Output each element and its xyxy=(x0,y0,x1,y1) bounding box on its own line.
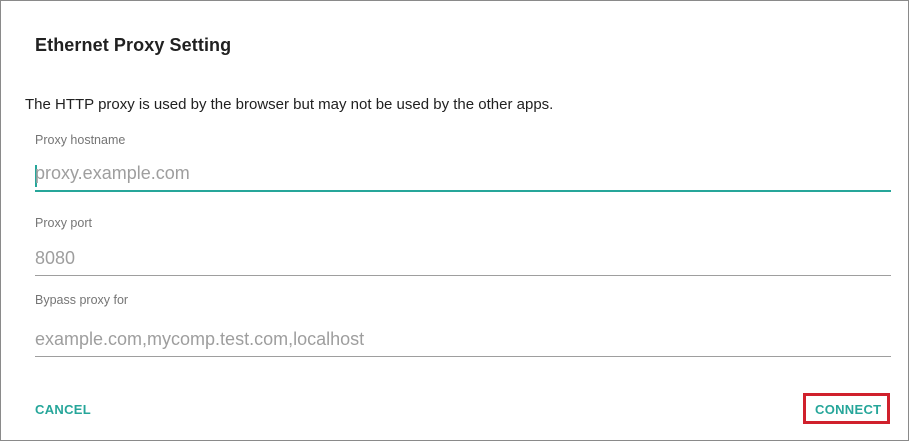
connect-highlight-box: CONNECT xyxy=(803,393,890,424)
connect-button[interactable]: CONNECT xyxy=(815,402,881,417)
proxy-settings-dialog: Ethernet Proxy Setting The HTTP proxy is… xyxy=(0,0,909,441)
bypass-proxy-label: Bypass proxy for xyxy=(35,293,129,307)
proxy-port-label: Proxy port xyxy=(35,216,92,230)
proxy-hostname-label: Proxy hostname xyxy=(35,133,126,147)
bypass-proxy-input[interactable] xyxy=(35,329,891,357)
dialog-title: Ethernet Proxy Setting xyxy=(35,35,232,55)
dialog-message: The HTTP proxy is used by the browser bu… xyxy=(25,96,554,113)
proxy-port-input[interactable] xyxy=(35,248,891,276)
cancel-button[interactable]: CANCEL xyxy=(35,402,91,417)
proxy-hostname-input[interactable] xyxy=(35,163,891,192)
